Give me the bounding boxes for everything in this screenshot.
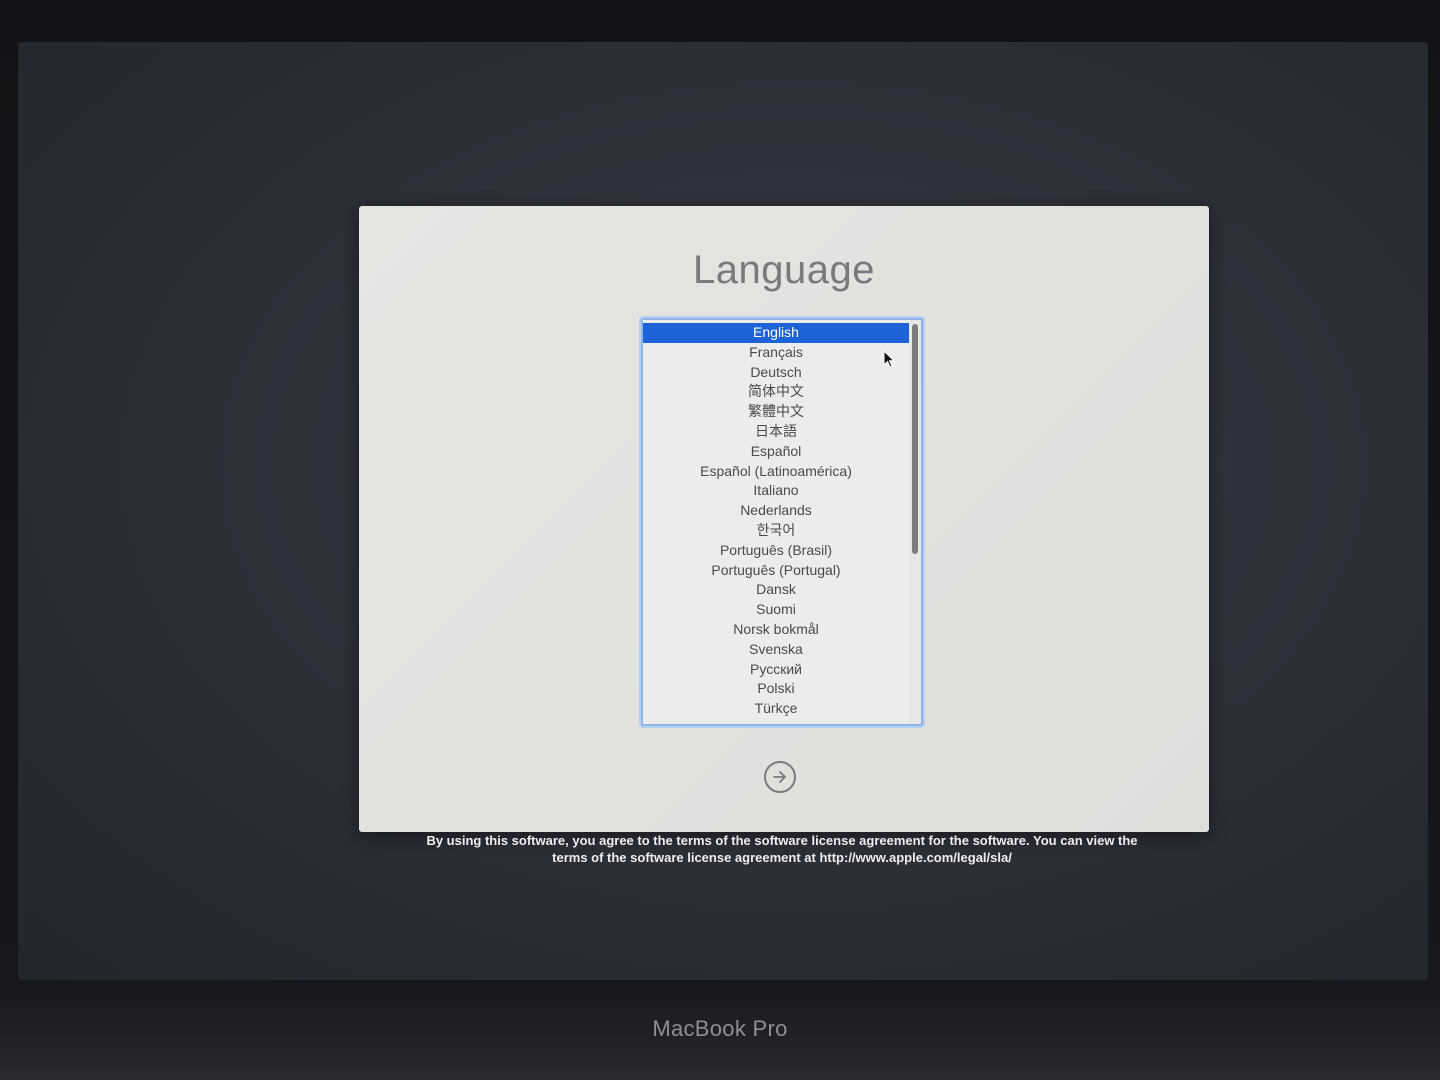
language-option[interactable]: Français bbox=[643, 343, 909, 363]
language-option[interactable]: Dansk bbox=[643, 580, 909, 600]
mouse-pointer-icon bbox=[883, 350, 895, 368]
license-notice: By using this software, you agree to the… bbox=[380, 832, 1184, 866]
language-option[interactable]: Polski bbox=[643, 679, 909, 699]
language-option[interactable]: Español bbox=[643, 442, 909, 462]
language-option[interactable]: Svenska bbox=[643, 640, 909, 660]
language-option[interactable]: Português (Brasil) bbox=[643, 541, 909, 561]
language-list: English Français Deutsch 简体中文 繁體中文 日本語 Español… bbox=[643, 323, 909, 719]
language-option[interactable]: 한국어 bbox=[643, 521, 909, 541]
scrollbar-track[interactable] bbox=[909, 320, 921, 724]
language-option[interactable]: Italiano bbox=[643, 481, 909, 501]
language-option[interactable]: Suomi bbox=[643, 600, 909, 620]
language-window: Language English Français Deutsch 简体中文 繁體中文日… bbox=[359, 206, 1209, 832]
language-option[interactable]: 日本語 bbox=[643, 422, 909, 442]
language-option[interactable]: Русский bbox=[643, 660, 909, 680]
window-title: Language bbox=[693, 248, 875, 292]
language-option[interactable]: Türkçe bbox=[643, 699, 909, 719]
language-option[interactable]: Nederlands bbox=[643, 501, 909, 521]
scrollbar-thumb[interactable] bbox=[912, 324, 918, 554]
language-option[interactable]: English bbox=[643, 323, 909, 343]
language-option[interactable]: Português (Portugal) bbox=[643, 561, 909, 581]
language-option[interactable]: 简体中文 bbox=[643, 382, 909, 402]
license-line-1: By using this software, you agree to the… bbox=[426, 833, 1138, 848]
license-line-2: terms of the software license agreement … bbox=[552, 850, 1012, 865]
device-label: MacBook Pro bbox=[652, 1016, 788, 1041]
language-listbox[interactable]: English Français Deutsch 简体中文 繁體中文 日本語 Español… bbox=[641, 318, 923, 726]
language-option[interactable]: 繁體中文 bbox=[643, 402, 909, 422]
language-option[interactable]: Deutsch bbox=[643, 363, 909, 383]
language-option[interactable]: Español (Latinoamérica) bbox=[643, 462, 909, 482]
language-option[interactable]: Norsk bokmål bbox=[643, 620, 909, 640]
next-button[interactable] bbox=[764, 761, 796, 793]
arrow-right-circle-icon bbox=[773, 771, 786, 783]
